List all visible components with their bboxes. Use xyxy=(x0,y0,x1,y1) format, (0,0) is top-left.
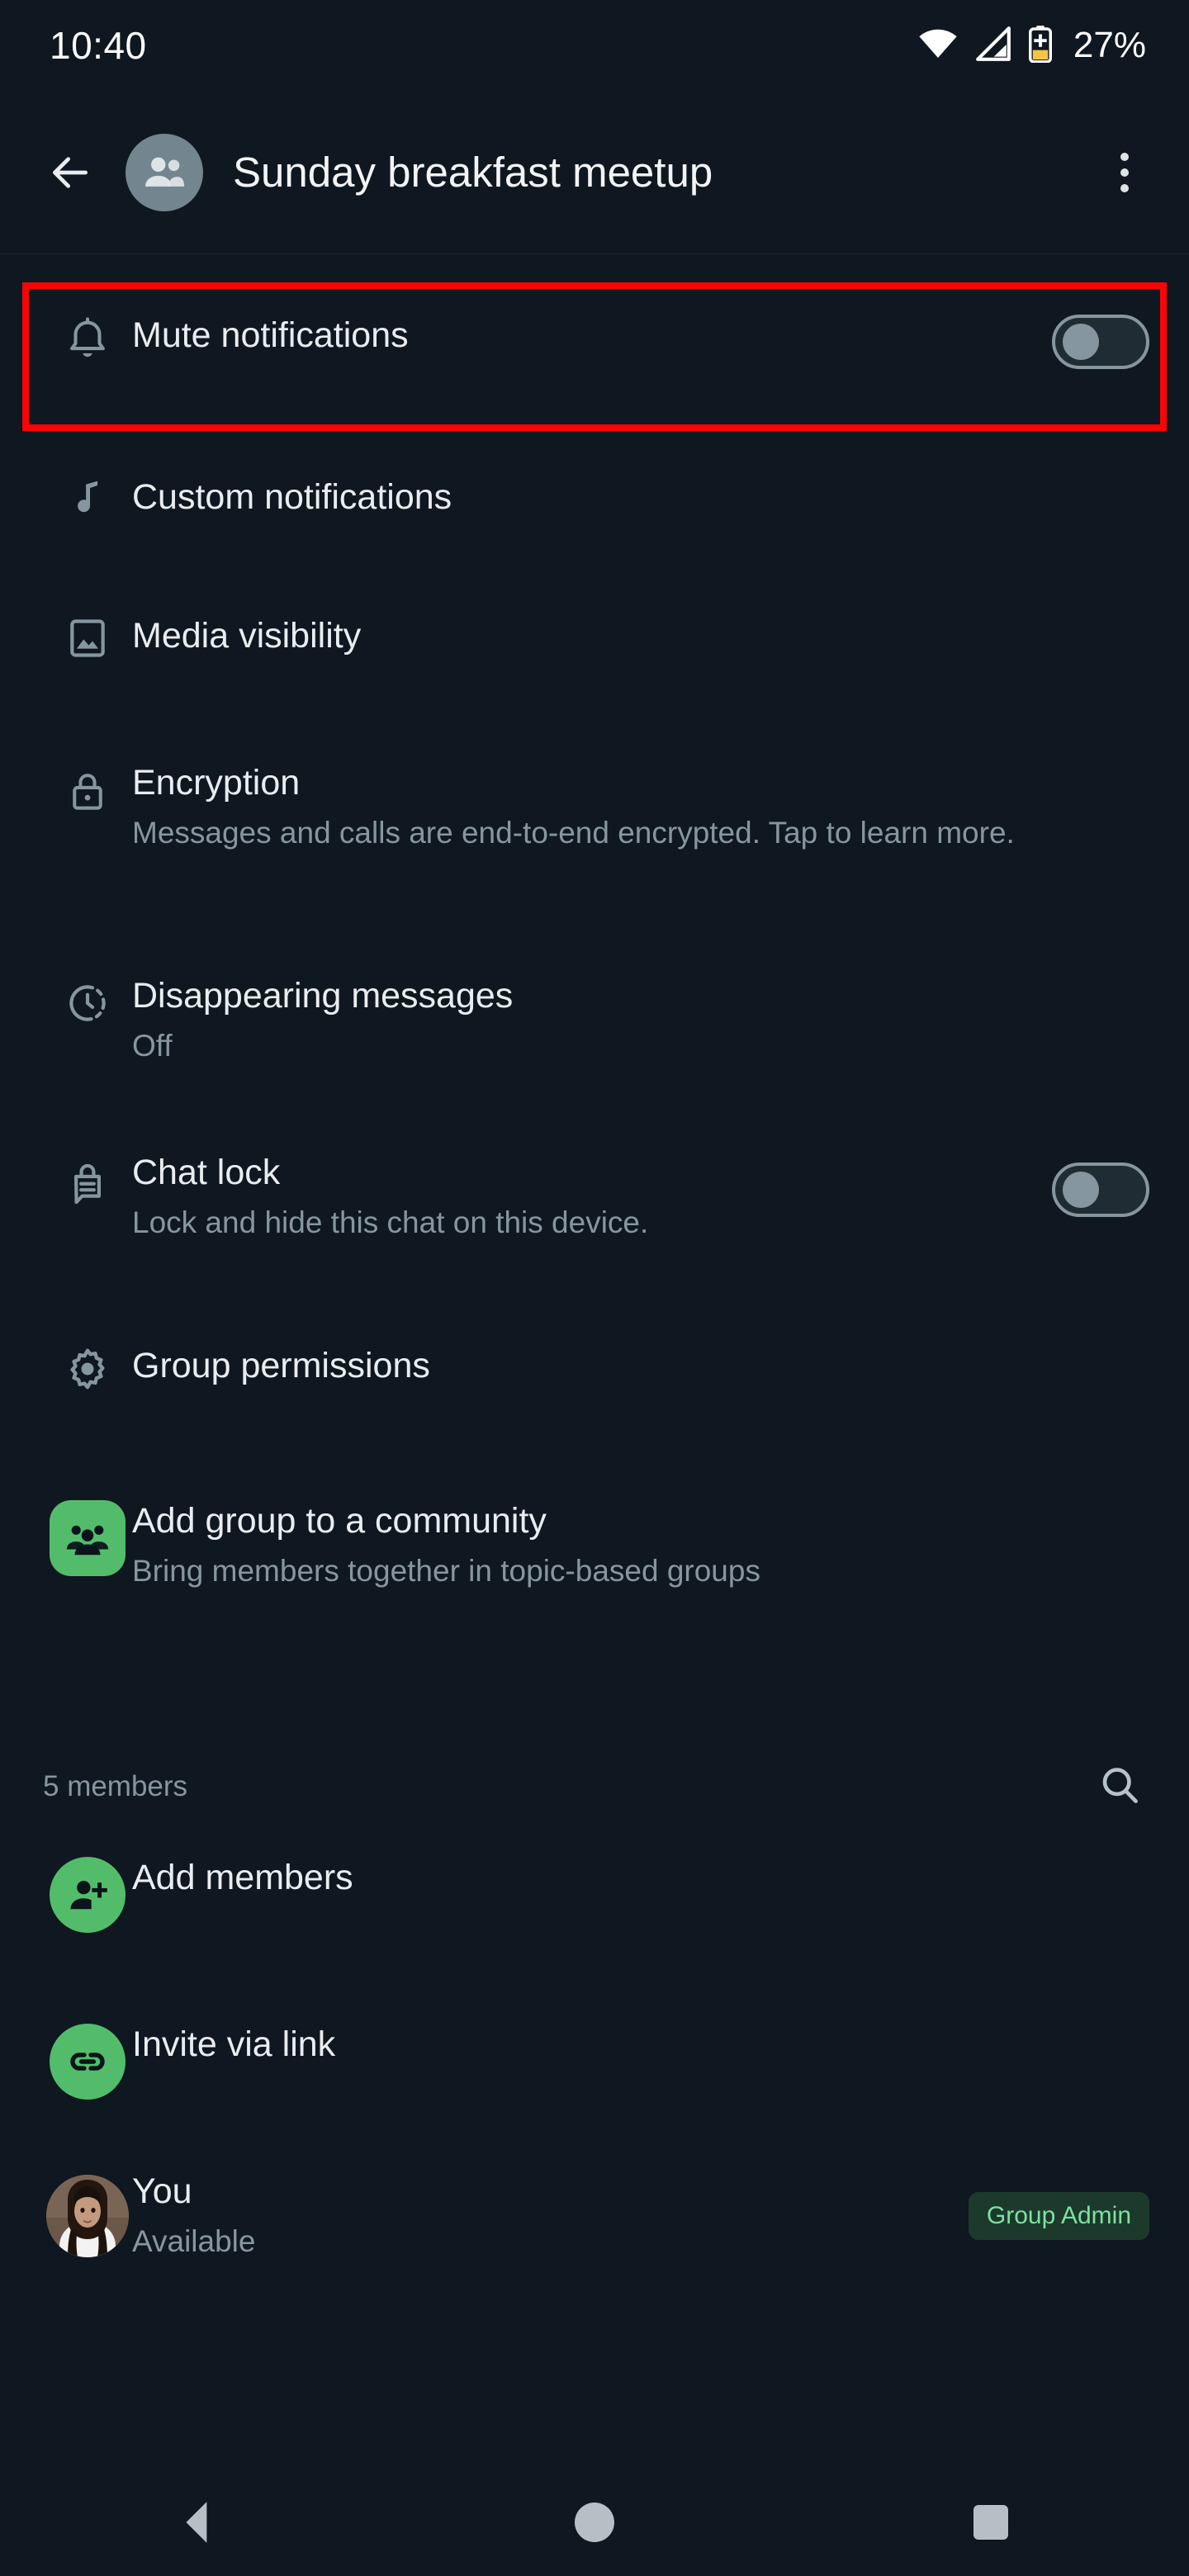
members-action-title: Invite via link xyxy=(132,2024,336,2064)
android-nav-bar xyxy=(0,2469,1189,2576)
search-icon[interactable] xyxy=(1097,1762,1143,1812)
member-trailing: Group Admin xyxy=(968,2192,1149,2241)
settings-row-body: Add group to a community Bring members t… xyxy=(132,1500,1189,1591)
settings-row-title: Mute notifications xyxy=(132,315,409,355)
member-status: Available xyxy=(132,2223,256,2258)
member-name: You xyxy=(132,2171,192,2211)
settings-row-trailing xyxy=(1052,1163,1149,1218)
overflow-menu-icon[interactable] xyxy=(1093,135,1156,210)
members-action-body: Invite via link xyxy=(132,2024,1189,2066)
timer-icon xyxy=(43,975,132,1026)
gear-icon xyxy=(43,1345,132,1393)
settings-row-chat-lock[interactable]: Chat lock Lock and hide this chat on thi… xyxy=(0,1152,1189,1243)
mute-notifications-toggle[interactable] xyxy=(1052,315,1149,369)
settings-row-body: Encryption Messages and calls are end-to… xyxy=(132,762,1057,853)
settings-row-media-visibility[interactable]: Media visibility xyxy=(0,615,1189,661)
settings-row-mute-notifications[interactable]: Mute notifications xyxy=(0,315,1189,369)
settings-row-subtitle: Bring members together in topic-based gr… xyxy=(132,1553,760,1588)
members-section-header: 5 members xyxy=(0,1758,1189,1816)
status-time: 10:40 xyxy=(50,24,147,67)
chat-lock-toggle[interactable] xyxy=(1052,1163,1149,1218)
settings-row-body: Group permissions xyxy=(132,1345,1189,1387)
community-icon xyxy=(43,1500,132,1576)
status-icons: 27% xyxy=(917,25,1146,67)
settings-row-title: Group permissions xyxy=(132,1346,430,1385)
settings-list: Mute notifications Custom notifications xyxy=(0,255,1189,2469)
whatsapp-group-info-screen: 10:40 27% Sunday breakfast meetup Mute n… xyxy=(0,0,1189,2576)
person-add-icon xyxy=(43,1857,132,1933)
member-body: You Available xyxy=(132,2171,969,2261)
settings-row-body: Custom notifications xyxy=(132,476,1189,519)
app-bar: Sunday breakfast meetup xyxy=(0,91,1189,254)
settings-row-custom-notifications[interactable]: Custom notifications xyxy=(0,476,1189,523)
settings-row-body: Media visibility xyxy=(132,615,1189,657)
avatar xyxy=(43,2175,132,2258)
settings-row-title: Chat lock xyxy=(132,1153,281,1192)
back-button[interactable] xyxy=(40,142,101,203)
nav-recents-icon[interactable] xyxy=(941,2473,1040,2572)
settings-row-encryption[interactable]: Encryption Messages and calls are end-to… xyxy=(0,762,1189,853)
settings-row-title: Disappearing messages xyxy=(132,976,514,1016)
music-note-icon xyxy=(43,476,132,523)
settings-row-body: Mute notifications xyxy=(132,315,1052,357)
page-title: Sunday breakfast meetup xyxy=(233,149,713,196)
battery-percent: 27% xyxy=(1073,25,1146,65)
settings-row-trailing xyxy=(1052,315,1149,369)
settings-row-subtitle: Off xyxy=(132,1028,173,1063)
settings-row-subtitle: Messages and calls are end-to-end encryp… xyxy=(132,815,1015,850)
settings-row-disappearing-messages[interactable]: Disappearing messages Off xyxy=(0,975,1189,1066)
image-icon xyxy=(43,615,132,661)
members-count-label: 5 members xyxy=(43,1770,188,1802)
wifi-icon xyxy=(917,27,959,64)
bell-icon xyxy=(43,315,132,362)
settings-row-title: Add group to a community xyxy=(132,1501,547,1541)
group-avatar-icon[interactable] xyxy=(126,133,203,211)
settings-row-title: Encryption xyxy=(132,763,301,803)
lock-icon xyxy=(43,762,132,813)
chat-lock-icon xyxy=(43,1152,132,1208)
settings-row-group-permissions[interactable]: Group permissions xyxy=(0,1345,1189,1393)
members-action-title: Add members xyxy=(132,1858,353,1897)
settings-row-body: Disappearing messages Off xyxy=(132,975,1189,1066)
battery-saver-icon xyxy=(1027,25,1054,67)
members-action-body: Add members xyxy=(132,1857,1189,1899)
nav-home-icon[interactable] xyxy=(545,2473,644,2572)
settings-row-subtitle: Lock and hide this chat on this device. xyxy=(132,1205,649,1239)
settings-row-add-group-to-community[interactable]: Add group to a community Bring members t… xyxy=(0,1500,1189,1591)
members-action-add-members[interactable]: Add members xyxy=(0,1857,1189,1933)
settings-row-title: Media visibility xyxy=(132,616,362,656)
settings-row-title: Custom notifications xyxy=(132,477,452,517)
member-list-item[interactable]: You Available Group Admin xyxy=(0,2171,1189,2261)
cellular-signal-icon xyxy=(974,26,1012,65)
status-badge: Group Admin xyxy=(968,2192,1149,2241)
members-action-invite-via-link[interactable]: Invite via link xyxy=(0,2024,1189,2100)
link-icon xyxy=(43,2024,132,2100)
nav-back-icon[interactable] xyxy=(149,2473,248,2572)
status-bar: 10:40 27% xyxy=(0,0,1189,91)
settings-row-body: Chat lock Lock and hide this chat on thi… xyxy=(132,1152,1052,1243)
